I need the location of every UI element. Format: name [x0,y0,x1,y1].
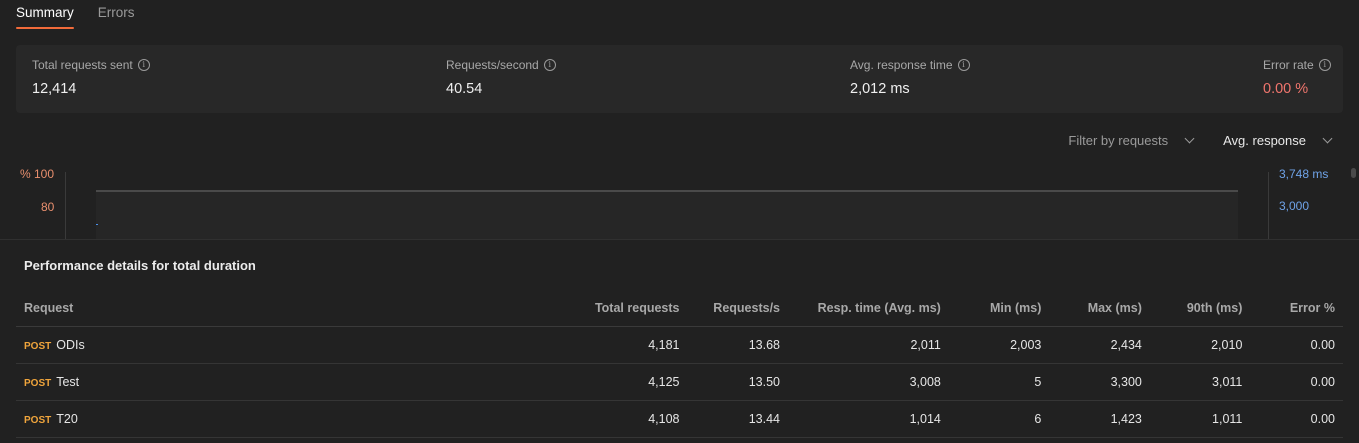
left-axis-line [65,172,66,239]
total-requests-cell: 4,181 [398,326,680,364]
column-header[interactable]: Requests/s [679,290,780,327]
table-row[interactable]: POST ODIs 4,181 13.68 2,011 2,003 2,434 2… [16,326,1343,364]
request-name: ODIs [56,337,85,352]
requests-per-second-cell: 13.50 [679,363,780,401]
p90-cell: 3,011 [1141,363,1243,401]
metric-select-dropdown[interactable]: Avg. response [1223,133,1333,148]
left-axis-unit: % [20,167,31,181]
tab-bar: Summary Errors [16,0,135,30]
avg-response-cell: 3,008 [780,363,941,401]
chart-series-line [96,190,1238,192]
chart-filters: Filter by requests Avg. response [1068,133,1333,148]
error-percent-cell: 0.00 [1242,400,1343,438]
p90-cell: 1,011 [1141,400,1243,438]
chart-plot-area [96,190,1238,239]
section-divider [0,239,1359,240]
min-cell: 2,003 [940,326,1042,364]
request-cell: POST T20 [16,400,398,438]
request-name: Test [56,374,80,389]
chart-scrollbar[interactable] [1351,168,1356,178]
p90-cell: 2,010 [1141,326,1243,364]
chart-series-marker [96,224,98,225]
total-requests-cell: 4,108 [398,400,680,438]
column-header[interactable]: Error % [1242,290,1343,327]
table-row[interactable]: POST Test 4,125 13.50 3,008 5 3,300 3,011… [16,363,1343,401]
request-name: T20 [56,411,78,426]
left-axis-tick: 80 [41,200,55,214]
metric-label: Total requests sent [32,58,133,72]
metric-requests-per-second: Requests/second i 40.54 [446,58,556,97]
metric-label: Error rate [1263,58,1314,72]
avg-response-cell: 2,011 [780,326,941,364]
right-axis-tick: 3,748 ms [1279,167,1329,181]
response-chart: % 100 80 3,748 ms 3,000 [0,160,1359,239]
info-icon[interactable]: i [957,59,970,71]
max-cell: 1,423 [1041,400,1142,438]
min-cell: 5 [940,363,1042,401]
total-requests-cell: 4,125 [398,363,680,401]
info-icon[interactable]: i [543,59,556,71]
metric-label: Requests/second [446,58,539,72]
metric-error-rate: Error rate i 0.00 % [1263,58,1331,97]
requests-per-second-cell: 13.44 [679,400,780,438]
metric-value: 12,414 [32,81,77,97]
filter-label: Filter by requests [1068,133,1169,148]
performance-table: Request Total requests Requests/s Resp. … [16,290,1343,438]
filter-by-requests-dropdown[interactable]: Filter by requests [1068,133,1195,148]
column-header[interactable]: Total requests [398,290,680,327]
chevron-down-icon [1184,133,1195,144]
metric-value: 2,012 ms [850,81,910,97]
error-percent-cell: 0.00 [1242,326,1343,364]
method-badge: POST [24,414,52,426]
chevron-down-icon [1322,133,1333,144]
metric-total-requests: Total requests sent i 12,414 [32,58,150,97]
tab-summary[interactable]: Summary [16,0,74,29]
right-axis-line [1268,172,1269,239]
column-header[interactable]: Min (ms) [940,290,1042,327]
metric-label: Avg. response time [850,58,953,72]
info-icon[interactable]: i [1318,59,1331,71]
metric-value: 0.00 % [1263,81,1309,97]
avg-response-cell: 1,014 [780,400,941,438]
request-cell: POST ODIs [16,326,398,364]
max-cell: 2,434 [1041,326,1142,364]
right-axis-tick: 3,000 [1279,199,1310,213]
requests-per-second-cell: 13.68 [679,326,780,364]
performance-details-title: Performance details for total duration [24,258,256,273]
method-badge: POST [24,340,52,352]
column-header[interactable]: Request [16,290,398,327]
method-badge: POST [24,377,52,389]
request-cell: POST Test [16,363,398,401]
column-header[interactable]: 90th (ms) [1141,290,1243,327]
metric-value: 40.54 [446,81,483,97]
info-icon[interactable]: i [137,59,150,71]
column-header[interactable]: Max (ms) [1041,290,1142,327]
metrics-panel: Total requests sent i 12,414 Requests/sec… [16,45,1343,113]
column-header[interactable]: Resp. time (Avg. ms) [780,290,941,327]
error-percent-cell: 0.00 [1242,363,1343,401]
filter-label: Avg. response [1223,133,1306,148]
metric-avg-response-time: Avg. response time i 2,012 ms [850,58,970,97]
min-cell: 6 [940,400,1042,438]
table-header-row: Request Total requests Requests/s Resp. … [16,290,1343,327]
left-axis-tick: 100 [34,167,55,181]
tab-errors[interactable]: Errors [98,0,135,29]
max-cell: 3,300 [1041,363,1142,401]
table-row[interactable]: POST T20 4,108 13.44 1,014 6 1,423 1,011 … [16,400,1343,438]
